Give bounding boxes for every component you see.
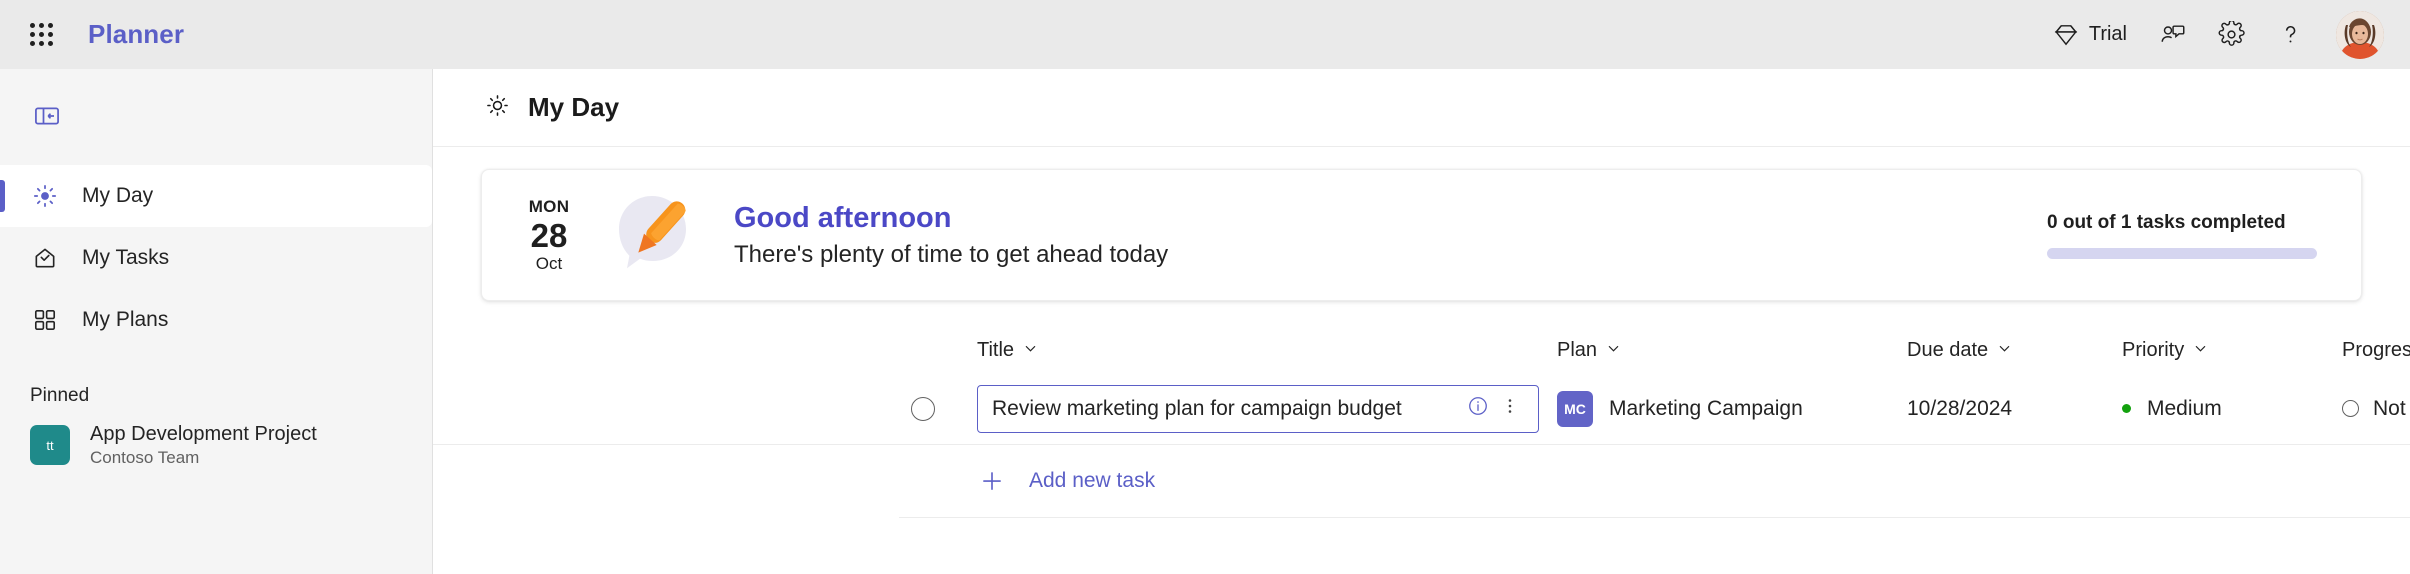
column-label: Progress xyxy=(2342,338,2410,361)
sidebar-item-my-tasks[interactable]: My Tasks xyxy=(0,227,432,289)
table-header-row: Title Plan Due date Priority Progres xyxy=(433,327,2410,373)
body: My Day My Tasks My Plans Pinned tt App D… xyxy=(0,69,2410,574)
date-month: Oct xyxy=(535,253,563,273)
task-progress-cell[interactable]: Not started xyxy=(2342,397,2410,421)
app-header: Planner Trial xyxy=(0,0,2410,69)
add-new-task-label: Add new task xyxy=(1029,469,1156,492)
progress-bar xyxy=(2047,247,2317,259)
header-actions: Trial xyxy=(2037,10,2384,59)
greeting-title: Good afternoon xyxy=(734,201,952,234)
plus-icon xyxy=(977,468,1007,494)
column-header-plan[interactable]: Plan xyxy=(1557,327,1907,373)
greeting-subtitle: There's plenty of time to get ahead toda… xyxy=(734,240,1169,268)
pinned-plan-title: App Development Project xyxy=(90,423,317,445)
greeting-banner-wrap: MON 28 Oct Good afternoon There's plenty… xyxy=(433,147,2410,301)
feedback-button[interactable] xyxy=(2143,12,2202,58)
date-day-of-week: MON xyxy=(528,196,570,216)
pencil-notification-illustration xyxy=(600,180,710,290)
task-due-date-cell[interactable]: 10/28/2024 xyxy=(1907,397,2122,421)
task-complete-checkbox[interactable] xyxy=(911,396,935,421)
pinned-plan-subtitle: Contoso Team xyxy=(90,448,200,467)
app-launcher-button[interactable] xyxy=(18,12,64,58)
trial-button[interactable]: Trial xyxy=(2037,12,2143,58)
add-new-task-button[interactable]: Add new task xyxy=(977,468,1907,494)
page-title: My Day xyxy=(528,92,620,122)
app-launcher-icon xyxy=(29,23,53,46)
plan-badge: tt xyxy=(30,425,70,466)
app-title: Planner xyxy=(88,19,185,49)
panel-collapse-icon xyxy=(33,102,61,135)
question-mark-icon xyxy=(2277,21,2304,48)
column-label: Priority xyxy=(2122,338,2185,361)
greeting-banner: MON 28 Oct Good afternoon There's plenty… xyxy=(481,169,2362,301)
chevron-down-icon xyxy=(1606,339,1621,362)
sidebar-item-label: My Tasks xyxy=(82,246,170,269)
avatar[interactable] xyxy=(2336,10,2384,59)
sun-icon xyxy=(485,93,510,123)
task-title-text[interactable]: Review marketing plan for campaign budge… xyxy=(992,397,1462,421)
feedback-person-icon xyxy=(2159,21,2186,48)
main-content: My Day MON 28 Oct Good afternoon There's… xyxy=(0,69,2410,574)
sidebar: My Day My Tasks My Plans Pinned tt App D… xyxy=(0,69,433,574)
sidebar-item-my-plans[interactable]: My Plans xyxy=(0,289,432,351)
date-day-number: 28 xyxy=(530,216,568,254)
sun-icon xyxy=(30,183,60,209)
task-priority-cell[interactable]: Medium xyxy=(2122,397,2342,421)
sidebar-item-my-day[interactable]: My Day xyxy=(0,165,432,227)
more-vertical-icon xyxy=(1500,396,1520,421)
chevron-down-icon xyxy=(1023,339,1038,362)
add-task-row: Add new task xyxy=(433,445,2410,517)
sidebar-nav: My Day My Tasks My Plans xyxy=(0,165,432,351)
gear-icon xyxy=(2218,21,2245,48)
column-header-progress[interactable]: Progress xyxy=(2342,327,2410,373)
chevron-down-icon xyxy=(2193,339,2208,362)
date-block: MON 28 Oct xyxy=(516,197,582,274)
column-header-title[interactable]: Title xyxy=(977,327,1557,373)
avatar-photo xyxy=(2336,10,2384,59)
table-bottom-divider xyxy=(899,517,2410,518)
trial-label: Trial xyxy=(2088,23,2127,45)
sidebar-item-label: My Plans xyxy=(82,308,169,331)
task-more-options-button[interactable] xyxy=(1494,393,1526,425)
task-plan-cell[interactable]: MC Marketing Campaign xyxy=(1557,390,1907,427)
greeting-texts: Good afternoon There's plenty of time to… xyxy=(734,202,1168,269)
home-check-icon xyxy=(30,245,60,271)
task-due-date: 10/28/2024 xyxy=(1907,396,2013,420)
diamond-icon xyxy=(2053,22,2079,48)
help-button[interactable] xyxy=(2261,12,2320,58)
progress-block: 0 out of 1 tasks completed xyxy=(2047,212,2327,259)
chevron-down-icon xyxy=(1997,339,2012,362)
column-header-due-date[interactable]: Due date xyxy=(1907,327,2122,373)
task-plan-name: Marketing Campaign xyxy=(1609,396,1803,420)
column-label: Title xyxy=(977,338,1015,361)
task-table: Title Plan Due date Priority Progres Rev… xyxy=(433,327,2410,518)
pinned-section-label: Pinned xyxy=(30,385,90,406)
column-label: Due date xyxy=(1907,338,1989,361)
sidebar-item-label: My Day xyxy=(82,184,154,207)
task-progress: Not started xyxy=(2373,396,2410,420)
task-title-field[interactable]: Review marketing plan for campaign budge… xyxy=(977,384,1539,433)
grid-squares-icon xyxy=(30,307,60,333)
task-info-button[interactable] xyxy=(1462,393,1494,425)
progress-circle-icon xyxy=(2342,400,2359,417)
priority-dot-icon xyxy=(2122,404,2131,413)
task-priority: Medium xyxy=(2147,396,2222,420)
pinned-plan-item[interactable]: tt App Development Project Contoso Team xyxy=(0,413,432,478)
info-icon xyxy=(1467,395,1489,422)
settings-button[interactable] xyxy=(2202,12,2261,58)
column-header-priority[interactable]: Priority xyxy=(2122,327,2342,373)
sidebar-collapse-button[interactable] xyxy=(24,95,70,141)
task-complete-cell xyxy=(899,396,977,421)
column-label: Plan xyxy=(1557,338,1598,361)
plan-avatar: MC xyxy=(1557,390,1593,427)
table-row: Review marketing plan for campaign budge… xyxy=(433,373,2410,445)
pinned-plan-texts: App Development Project Contoso Team xyxy=(90,423,317,468)
progress-text: 0 out of 1 tasks completed xyxy=(2047,211,2286,233)
